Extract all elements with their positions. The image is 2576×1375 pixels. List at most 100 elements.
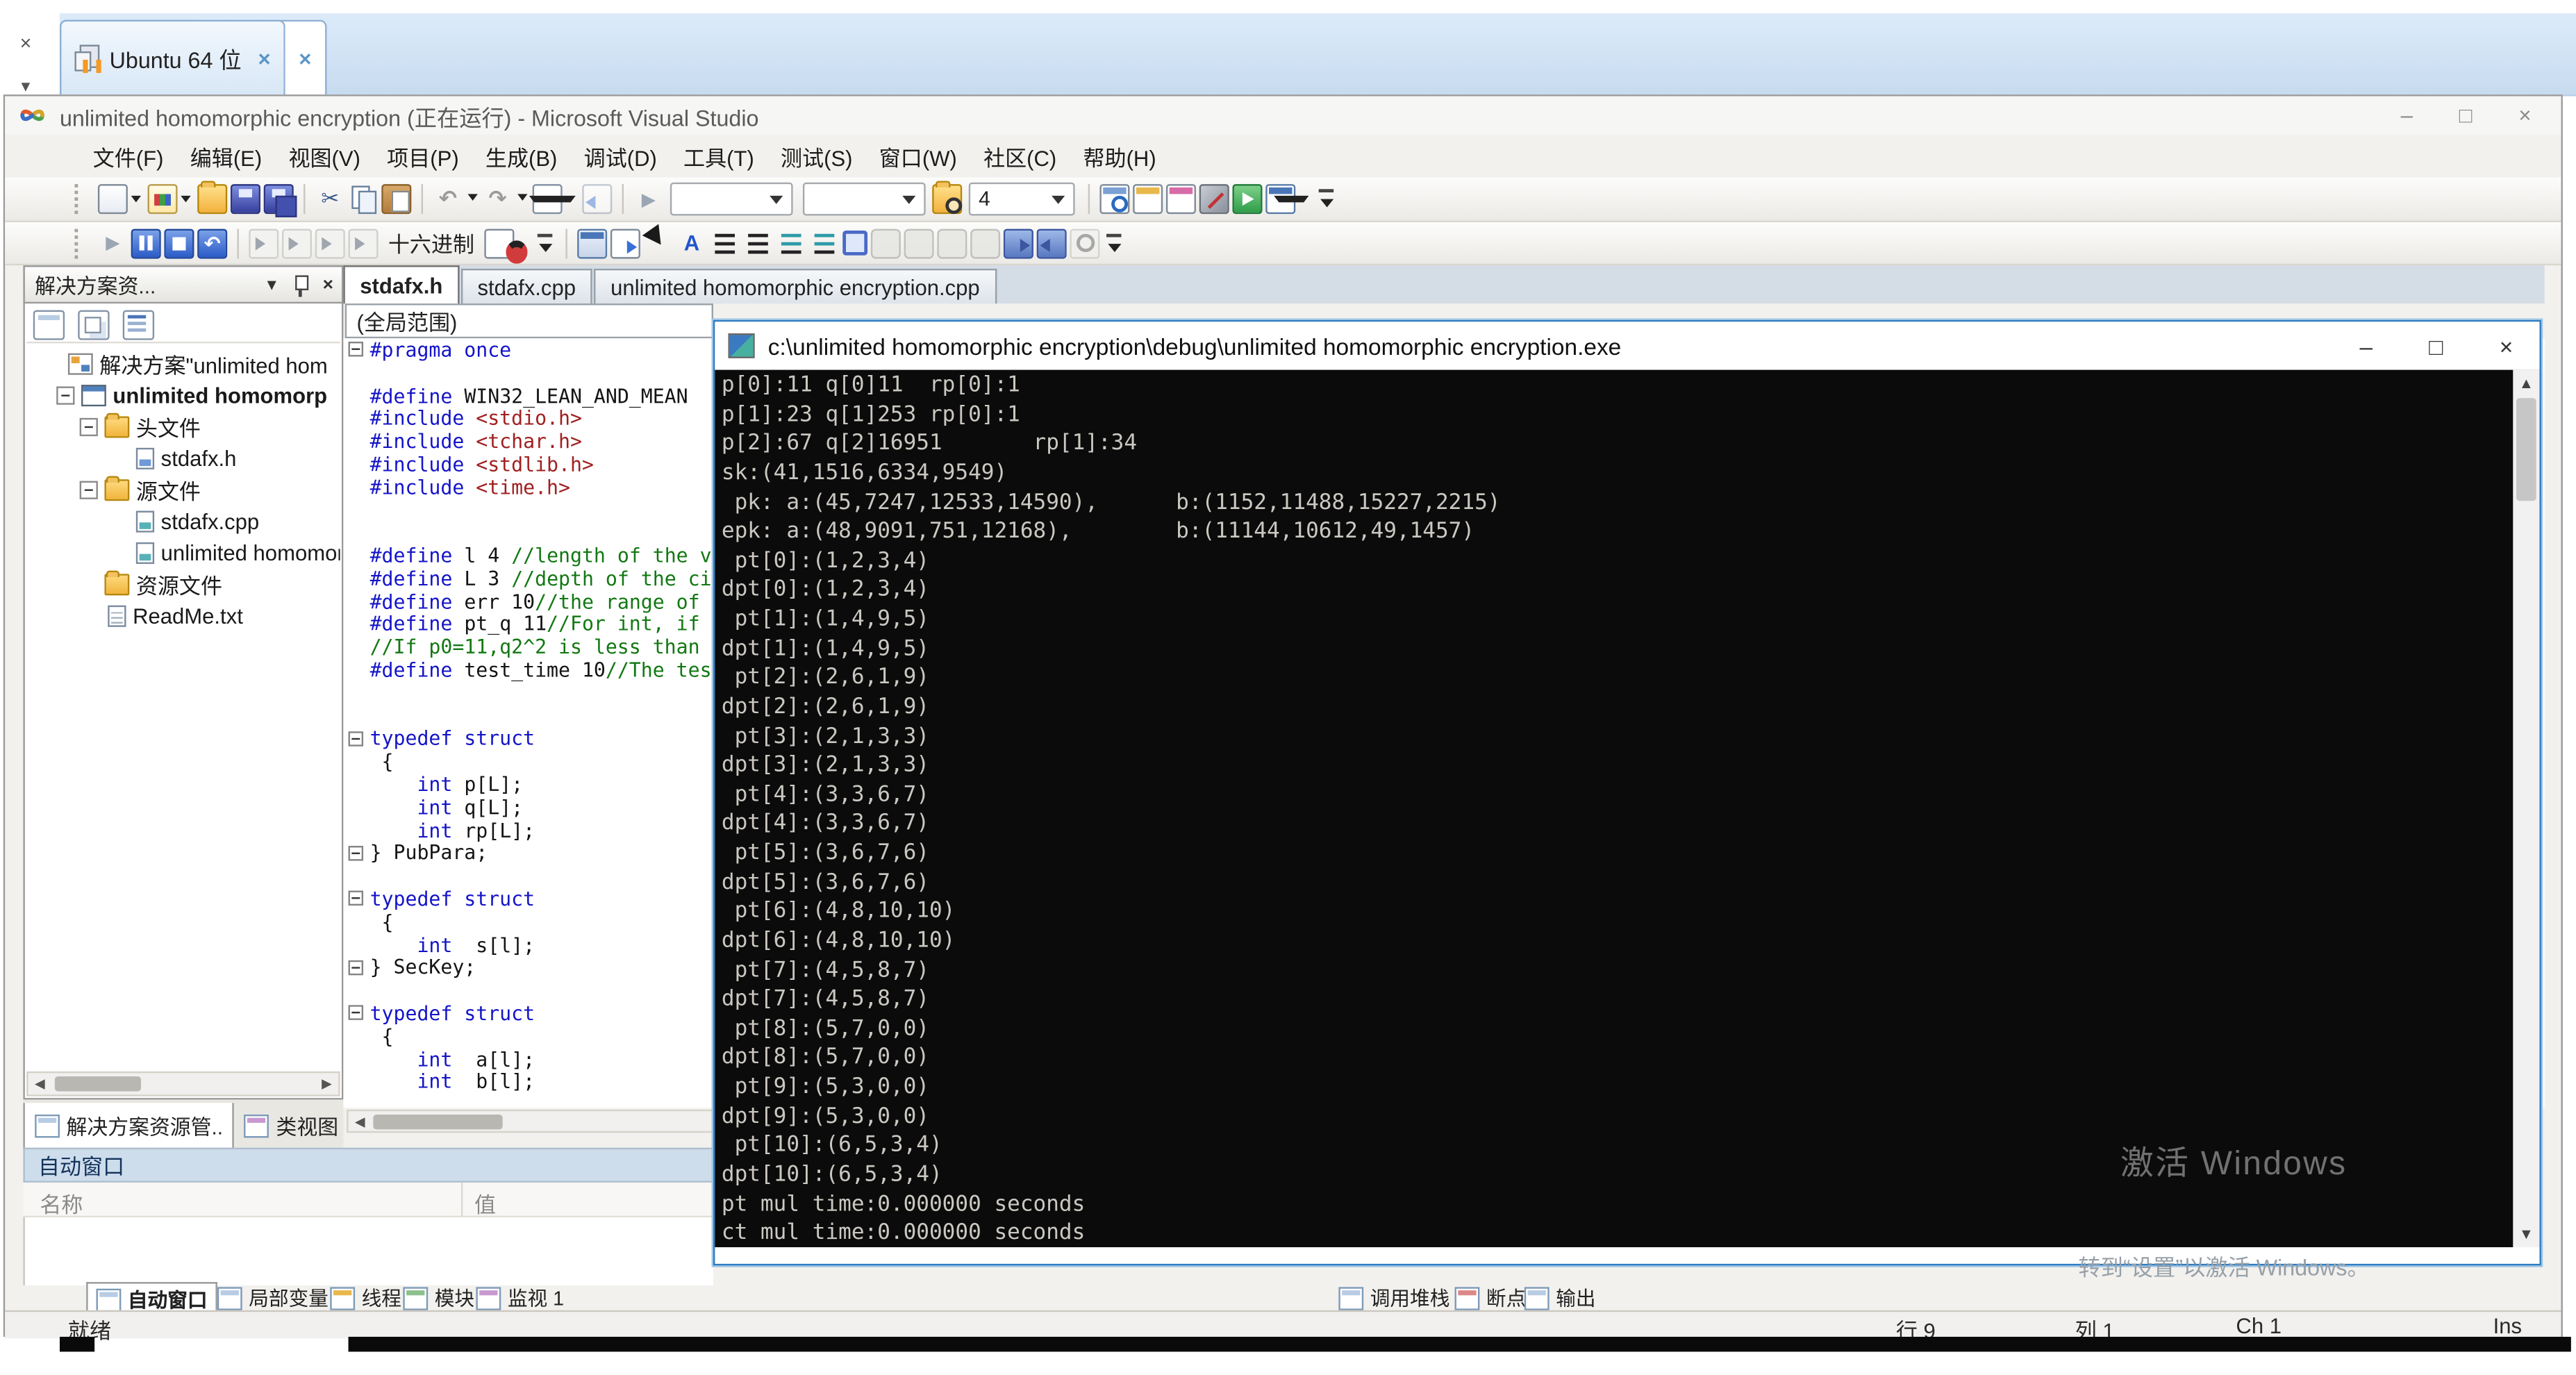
fold-margin[interactable] bbox=[343, 567, 369, 590]
fold-margin[interactable] bbox=[343, 659, 369, 682]
fold-margin[interactable] bbox=[343, 796, 369, 819]
fold-margin[interactable] bbox=[343, 956, 369, 979]
editor-tab-stdafx-h[interactable]: stdafx.h bbox=[343, 265, 459, 303]
toolbar-grip[interactable] bbox=[74, 228, 88, 258]
tab-class-view[interactable]: 类视图 bbox=[235, 1103, 349, 1147]
tree-expander-icon[interactable] bbox=[43, 355, 61, 373]
save-icon[interactable] bbox=[231, 184, 260, 214]
navigate-back-icon[interactable] bbox=[533, 184, 563, 214]
tree-expander-icon[interactable] bbox=[108, 544, 126, 562]
paste-icon[interactable] bbox=[381, 184, 411, 214]
fold-margin[interactable] bbox=[343, 338, 369, 361]
properties-window-icon[interactable] bbox=[1166, 184, 1196, 214]
find-icon[interactable] bbox=[1099, 184, 1129, 214]
scrollbar-thumb[interactable] bbox=[55, 1076, 141, 1091]
tree-item-resource-files[interactable]: 资源文件 bbox=[26, 569, 340, 600]
toolbar-overflow-icon[interactable] bbox=[534, 228, 556, 258]
column-value[interactable]: 值 bbox=[474, 1188, 496, 1219]
fold-margin[interactable] bbox=[343, 750, 369, 773]
properties-icon[interactable] bbox=[33, 309, 65, 339]
vm-tab-close-icon[interactable]: × bbox=[258, 47, 271, 69]
new-item-icon[interactable] bbox=[98, 184, 128, 214]
select-cursor-icon[interactable] bbox=[644, 228, 674, 258]
add-item-icon[interactable] bbox=[148, 184, 178, 214]
vm-sidebar-dropdown-icon[interactable]: ▼ bbox=[18, 80, 33, 94]
tab-call-stack[interactable]: 调用堆栈 bbox=[1330, 1282, 1458, 1313]
fold-margin[interactable] bbox=[343, 499, 369, 522]
fold-margin[interactable] bbox=[343, 476, 369, 499]
solution-platform-combo[interactable] bbox=[803, 183, 926, 216]
pin-icon[interactable] bbox=[293, 274, 306, 294]
menu-item[interactable]: 工具(T) bbox=[670, 135, 767, 177]
redo-icon[interactable]: ↷ bbox=[483, 184, 513, 214]
start-page-icon[interactable] bbox=[1233, 184, 1263, 214]
solution-scrollbar[interactable]: ◀ ▶ bbox=[26, 1072, 340, 1097]
find-symbol-icon[interactable] bbox=[1070, 228, 1099, 258]
undo-icon[interactable]: ↶ bbox=[433, 184, 463, 214]
block-select-icon[interactable] bbox=[842, 231, 867, 256]
scroll-left-icon[interactable]: ◀ bbox=[28, 1076, 51, 1091]
bookmark-book-prev-icon[interactable] bbox=[1004, 228, 1033, 258]
step-into-icon[interactable] bbox=[282, 228, 312, 258]
quick-find-icon[interactable]: A bbox=[676, 228, 706, 258]
increase-indent-icon[interactable] bbox=[743, 228, 773, 258]
navigate-forward-icon[interactable] bbox=[582, 184, 612, 214]
start-debug-icon[interactable]: ▶ bbox=[633, 184, 663, 214]
bookmark-prev-icon[interactable] bbox=[937, 228, 967, 258]
tree-expander-icon[interactable] bbox=[80, 576, 98, 594]
console-close-button[interactable]: × bbox=[2500, 333, 2513, 359]
pause-icon[interactable] bbox=[131, 228, 161, 258]
comment-icon[interactable] bbox=[871, 228, 901, 258]
fold-margin[interactable] bbox=[343, 933, 369, 956]
vm-tab-ubuntu[interactable]: Ubuntu 64 位 × bbox=[60, 20, 285, 94]
stop-icon[interactable] bbox=[164, 228, 194, 258]
fold-margin[interactable] bbox=[343, 384, 369, 407]
console-maximize-button[interactable]: □ bbox=[2429, 333, 2443, 359]
vs-close-button[interactable]: × bbox=[2518, 103, 2531, 128]
console-output[interactable]: p[0]:11 q[0]11 rp[0]:1p[1]:23 q[1]253 rp… bbox=[715, 370, 2539, 1247]
fold-margin[interactable] bbox=[343, 1048, 369, 1071]
fold-margin[interactable] bbox=[343, 773, 369, 796]
fold-margin[interactable] bbox=[343, 430, 369, 453]
command-window-icon[interactable] bbox=[1265, 184, 1295, 214]
fold-margin[interactable] bbox=[343, 681, 369, 704]
fold-margin[interactable] bbox=[343, 1071, 369, 1094]
tree-item-readme[interactable]: ReadMe.txt bbox=[26, 601, 340, 632]
fold-margin[interactable] bbox=[343, 1002, 369, 1025]
fold-margin[interactable] bbox=[343, 979, 369, 1002]
fold-margin[interactable] bbox=[343, 888, 369, 910]
editor-scrollbar[interactable]: ◀ bbox=[347, 1110, 713, 1133]
copy-icon[interactable] bbox=[349, 184, 379, 214]
console-title-bar[interactable]: c:\unlimited homomorphic encryption\debu… bbox=[715, 322, 2539, 369]
breakpoints-window-icon[interactable] bbox=[484, 228, 514, 258]
save-all-icon[interactable] bbox=[264, 184, 294, 214]
vs-maximize-button[interactable]: □ bbox=[2459, 103, 2473, 128]
find-in-files-icon[interactable] bbox=[932, 184, 962, 214]
fold-margin[interactable] bbox=[343, 910, 369, 933]
menu-item[interactable]: 编辑(E) bbox=[177, 135, 276, 177]
scroll-right-icon[interactable]: ▶ bbox=[315, 1076, 338, 1091]
vs-minimize-button[interactable]: – bbox=[2401, 103, 2413, 128]
hex-display-toggle[interactable]: 十六进制 bbox=[380, 226, 483, 260]
console-scrollbar[interactable]: ▲ ▼ bbox=[2513, 370, 2539, 1247]
editor-tab-stdafx-cpp[interactable]: stdafx.cpp bbox=[461, 269, 592, 303]
scrollbar-thumb[interactable] bbox=[2516, 398, 2536, 501]
tab-output[interactable]: 输出 bbox=[1516, 1282, 1604, 1313]
menu-item[interactable]: 测试(S) bbox=[767, 135, 866, 177]
tab-solution-explorer[interactable]: 解决方案资源管.. bbox=[23, 1103, 234, 1149]
tree-item-project[interactable]: unlimited homomorp bbox=[26, 380, 340, 411]
view-code-icon[interactable] bbox=[577, 228, 607, 258]
solution-config-combo[interactable] bbox=[670, 183, 793, 216]
menu-item[interactable]: 项目(P) bbox=[374, 135, 472, 177]
scope-dropdown[interactable]: (全局范围) bbox=[345, 303, 713, 338]
column-divider[interactable] bbox=[461, 1183, 463, 1216]
restart-icon[interactable]: ↶ bbox=[197, 228, 227, 258]
chevron-down-icon[interactable]: ▾ bbox=[267, 274, 276, 295]
show-next-statement-icon[interactable] bbox=[249, 228, 279, 258]
cut-icon[interactable]: ✂ bbox=[315, 184, 345, 214]
column-name[interactable]: 名称 bbox=[40, 1188, 83, 1219]
fold-margin[interactable] bbox=[343, 842, 369, 865]
menu-item[interactable]: 视图(V) bbox=[275, 135, 374, 177]
tree-expander-icon[interactable] bbox=[80, 607, 98, 625]
fold-margin[interactable] bbox=[343, 865, 369, 888]
